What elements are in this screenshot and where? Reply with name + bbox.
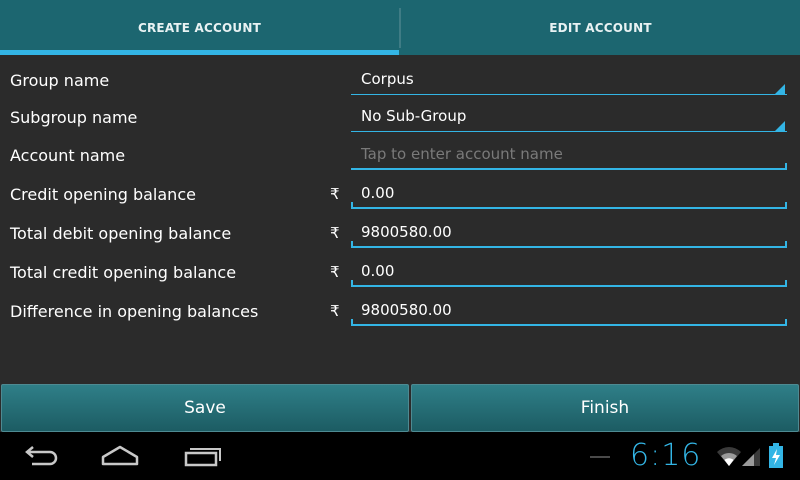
field-tick [785, 202, 787, 209]
difference-opening-balances-row: Difference in opening balances ₹ 9800580… [0, 293, 800, 331]
field-tick [351, 202, 353, 209]
finish-button[interactable]: Finish [411, 384, 799, 432]
total-debit-opening-balance-field[interactable]: 9800580.00 [351, 215, 787, 253]
group-name-label: Group name [10, 71, 110, 90]
account-name-row: Account name Tap to enter account name [0, 137, 800, 175]
subgroup-name-row: Subgroup name No Sub-Group [0, 99, 800, 137]
total-credit-opening-balance-value: 0.00 [361, 262, 395, 280]
subgroup-name-value: No Sub-Group [361, 107, 467, 125]
recent-apps-icon[interactable] [172, 432, 232, 480]
tab-bar: CREATE ACCOUNT EDIT ACCOUNT [0, 0, 800, 55]
field-tick [351, 319, 353, 326]
field-tick [351, 241, 353, 248]
status-dash [590, 456, 610, 458]
credit-opening-balance-row: Credit opening balance ₹ 0.00 [0, 176, 800, 214]
group-name-row: Group name Corpus [0, 62, 800, 100]
total-credit-opening-balance-field[interactable]: 0.00 [351, 254, 787, 292]
account-name-label: Account name [10, 146, 126, 165]
rupee-icon: ₹ [330, 263, 340, 281]
field-underline [351, 285, 787, 287]
wifi-icon [716, 444, 742, 472]
account-name-field[interactable]: Tap to enter account name [351, 137, 787, 175]
credit-opening-balance-field[interactable]: 0.00 [351, 176, 787, 214]
field-underline [351, 324, 787, 326]
subgroup-name-spinner[interactable]: No Sub-Group [351, 99, 787, 137]
account-name-placeholder: Tap to enter account name [361, 145, 563, 163]
field-underline [351, 207, 787, 209]
field-underline [351, 168, 787, 170]
field-underline [351, 246, 787, 248]
tab-selected-indicator [0, 50, 399, 55]
group-name-spinner[interactable]: Corpus [351, 62, 787, 100]
total-credit-opening-balance-label: Total credit opening balance [10, 263, 237, 282]
total-debit-opening-balance-row: Total debit opening balance ₹ 9800580.00 [0, 215, 800, 253]
total-debit-opening-balance-label: Total debit opening balance [10, 224, 232, 243]
spinner-underline [351, 94, 787, 95]
group-name-value: Corpus [361, 70, 414, 88]
home-icon[interactable] [90, 432, 150, 480]
clock: 6:16 [630, 438, 702, 473]
rupee-icon: ₹ [330, 185, 340, 203]
save-button[interactable]: Save [1, 384, 409, 432]
back-icon[interactable] [10, 432, 70, 480]
tab-edit-account[interactable]: EDIT ACCOUNT [401, 0, 800, 55]
tab-create-account[interactable]: CREATE ACCOUNT [0, 0, 399, 55]
spinner-underline [351, 131, 787, 132]
difference-opening-balances-label: Difference in opening balances [10, 302, 259, 321]
rupee-icon: ₹ [330, 302, 340, 320]
credit-opening-balance-value: 0.00 [361, 184, 395, 202]
difference-opening-balances-field[interactable]: 9800580.00 [351, 293, 787, 331]
subgroup-name-label: Subgroup name [10, 108, 138, 127]
system-navigation-bar: 6:16 [0, 432, 800, 480]
field-tick [785, 163, 787, 170]
field-tick [785, 241, 787, 248]
rupee-icon: ₹ [330, 224, 340, 242]
field-tick [785, 319, 787, 326]
signal-icon [740, 444, 762, 472]
credit-opening-balance-label: Credit opening balance [10, 185, 196, 204]
field-tick [785, 280, 787, 287]
field-tick [351, 280, 353, 287]
difference-opening-balances-value: 9800580.00 [361, 301, 452, 319]
total-credit-opening-balance-row: Total credit opening balance ₹ 0.00 [0, 254, 800, 292]
dropdown-arrow-icon [775, 84, 785, 94]
dropdown-arrow-icon [775, 121, 785, 131]
total-debit-opening-balance-value: 9800580.00 [361, 223, 452, 241]
battery-charging-icon [768, 442, 784, 474]
